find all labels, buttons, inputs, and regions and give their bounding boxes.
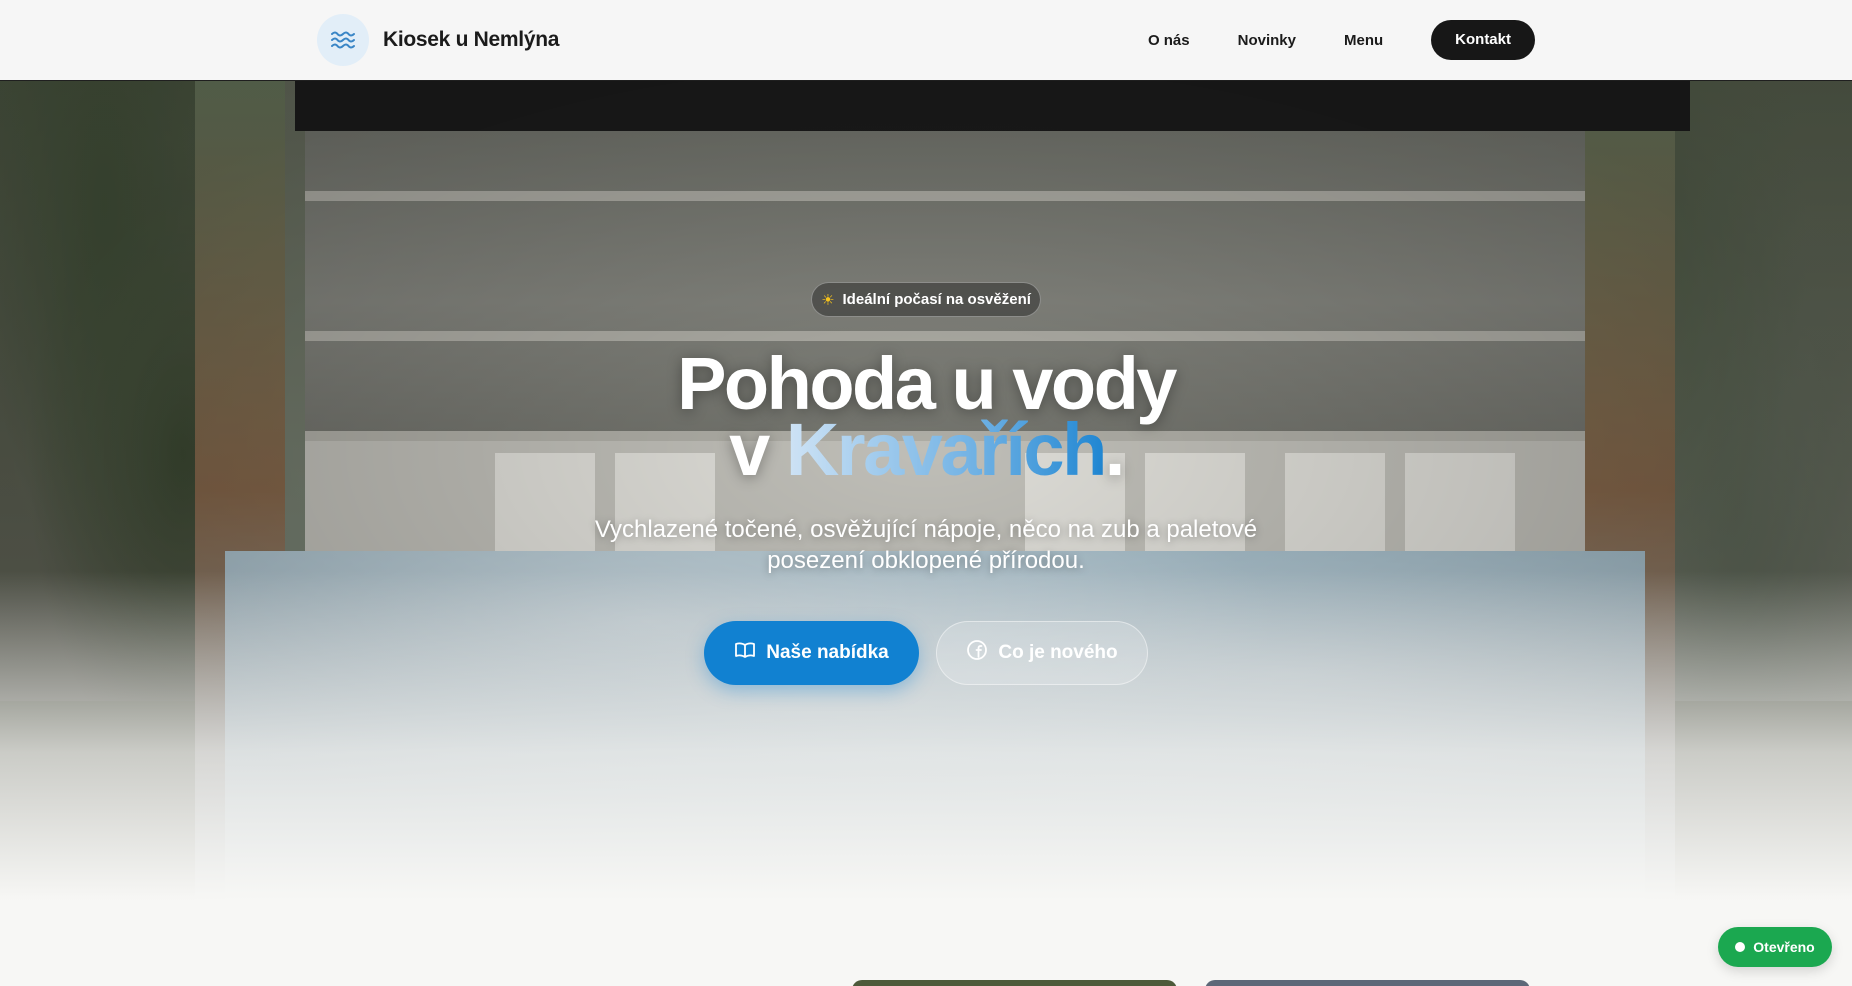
- weather-badge-text: Ideální počasí na osvěžení: [842, 291, 1031, 308]
- book-open-icon: [734, 641, 756, 665]
- nav-link-menu[interactable]: Menu: [1320, 32, 1407, 49]
- card-preview: [852, 980, 1177, 986]
- main-nav: O nás Novinky Menu Kontakt: [1124, 20, 1535, 60]
- site-header: Kiosek u Nemlýna O nás Novinky Menu Kont…: [0, 0, 1852, 81]
- news-button-label: Co je nového: [998, 642, 1118, 663]
- card-preview: [1205, 980, 1530, 986]
- waves-icon: [317, 14, 369, 66]
- contact-button[interactable]: Kontakt: [1431, 20, 1535, 60]
- hero-title-prefix: v: [729, 408, 786, 491]
- status-dot-icon: [1735, 942, 1746, 952]
- nav-link-about[interactable]: O nás: [1124, 32, 1214, 49]
- hero-title-line2: v Kravařích.: [0, 413, 1852, 487]
- brand-logo-link[interactable]: Kiosek u Nemlýna: [317, 14, 559, 66]
- open-status-badge[interactable]: Otevřeno: [1718, 927, 1832, 967]
- offer-button-label: Naše nabídka: [766, 642, 889, 663]
- facebook-icon: [966, 639, 988, 667]
- nav-link-news[interactable]: Novinky: [1214, 32, 1320, 49]
- offer-button[interactable]: Naše nabídka: [704, 621, 919, 685]
- brand-name: Kiosek u Nemlýna: [383, 28, 560, 51]
- sun-icon: ☀: [821, 291, 835, 309]
- hero-title-suffix: .: [1104, 408, 1126, 491]
- news-button[interactable]: Co je nového: [936, 621, 1148, 685]
- hero-section: ☀ Ideální počasí na osvěžení Pohoda u vo…: [0, 81, 1852, 901]
- hero-subtitle: Vychlazené točené, osvěžující nápoje, ně…: [594, 516, 1258, 574]
- open-status-label: Otevřeno: [1753, 939, 1815, 955]
- hero-title-highlight: Kravařích: [785, 408, 1107, 491]
- weather-badge: ☀ Ideální počasí na osvěžení: [811, 282, 1041, 317]
